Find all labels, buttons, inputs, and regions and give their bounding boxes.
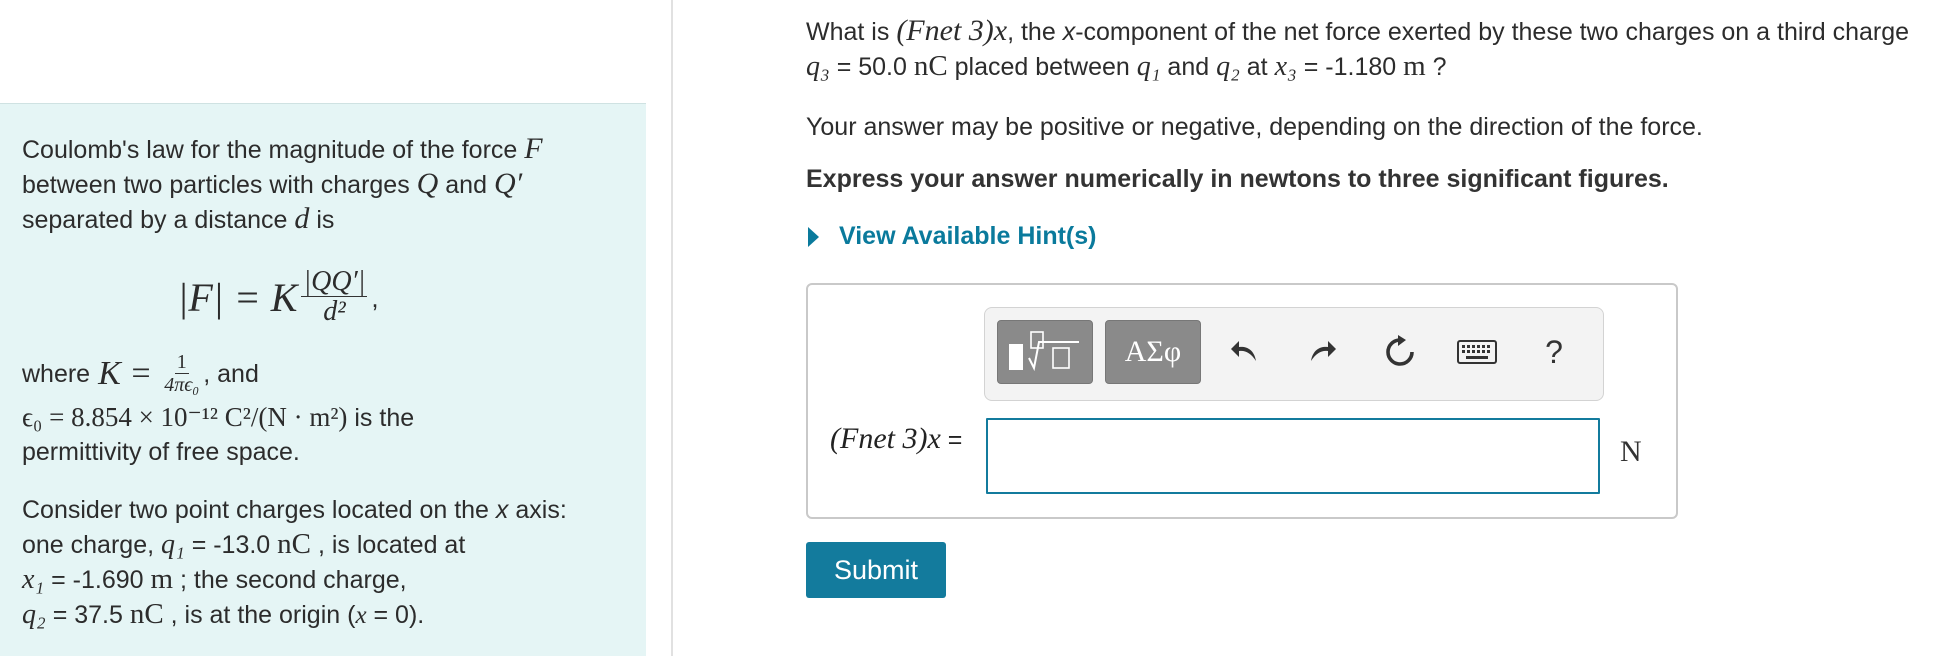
undo-icon[interactable]	[1221, 328, 1269, 376]
formula-fraction: |QQ′| d²	[301, 266, 368, 328]
panel-divider	[671, 0, 673, 656]
answer-unit: N	[1620, 435, 1642, 468]
k-definition: where K = 1 4πϵ₀ , and	[22, 351, 259, 397]
view-hints-link[interactable]: View Available Hint(s)	[806, 222, 1096, 251]
help-button[interactable]: ?	[1530, 328, 1578, 376]
templates-button[interactable]	[997, 320, 1093, 384]
coulomb-formula: |F| = K |QQ′| d² ,	[177, 266, 379, 328]
keyboard-icon[interactable]	[1453, 328, 1501, 376]
answer-label: (Fnet 3)x =	[830, 422, 963, 455]
question-text: What is (Fnet 3)x, the x-component of th…	[806, 14, 1910, 82]
info-panel: Coulomb's law for the magnitude of the f…	[0, 103, 646, 656]
epsilon-definition: ϵ₀ = 8.854 × 10⁻¹² C²/(N · m²) is the pe…	[22, 402, 415, 467]
instructions: Express your answer numerically in newto…	[806, 165, 1669, 193]
reset-icon[interactable]	[1376, 328, 1424, 376]
math-toolbar: ΑΣφ ?	[984, 307, 1604, 401]
k-fraction: 1 4πϵ₀	[164, 351, 200, 397]
submit-button[interactable]: Submit	[806, 542, 946, 598]
caret-right-icon	[808, 226, 819, 247]
answer-box: ΑΣφ ? (Fnet 3)x = N	[806, 283, 1678, 519]
template-sqrt-icon	[1009, 331, 1079, 372]
hints-label: View Available Hint(s)	[839, 222, 1097, 250]
redo-icon[interactable]	[1298, 328, 1346, 376]
greek-symbols-button[interactable]: ΑΣφ	[1105, 320, 1201, 384]
sign-note: Your answer may be positive or negative,…	[806, 113, 1703, 141]
problem-setup: Consider two point charges located on th…	[22, 496, 567, 631]
answer-input[interactable]	[986, 418, 1600, 494]
coulomb-intro: Coulomb's law for the magnitude of the f…	[22, 132, 543, 235]
